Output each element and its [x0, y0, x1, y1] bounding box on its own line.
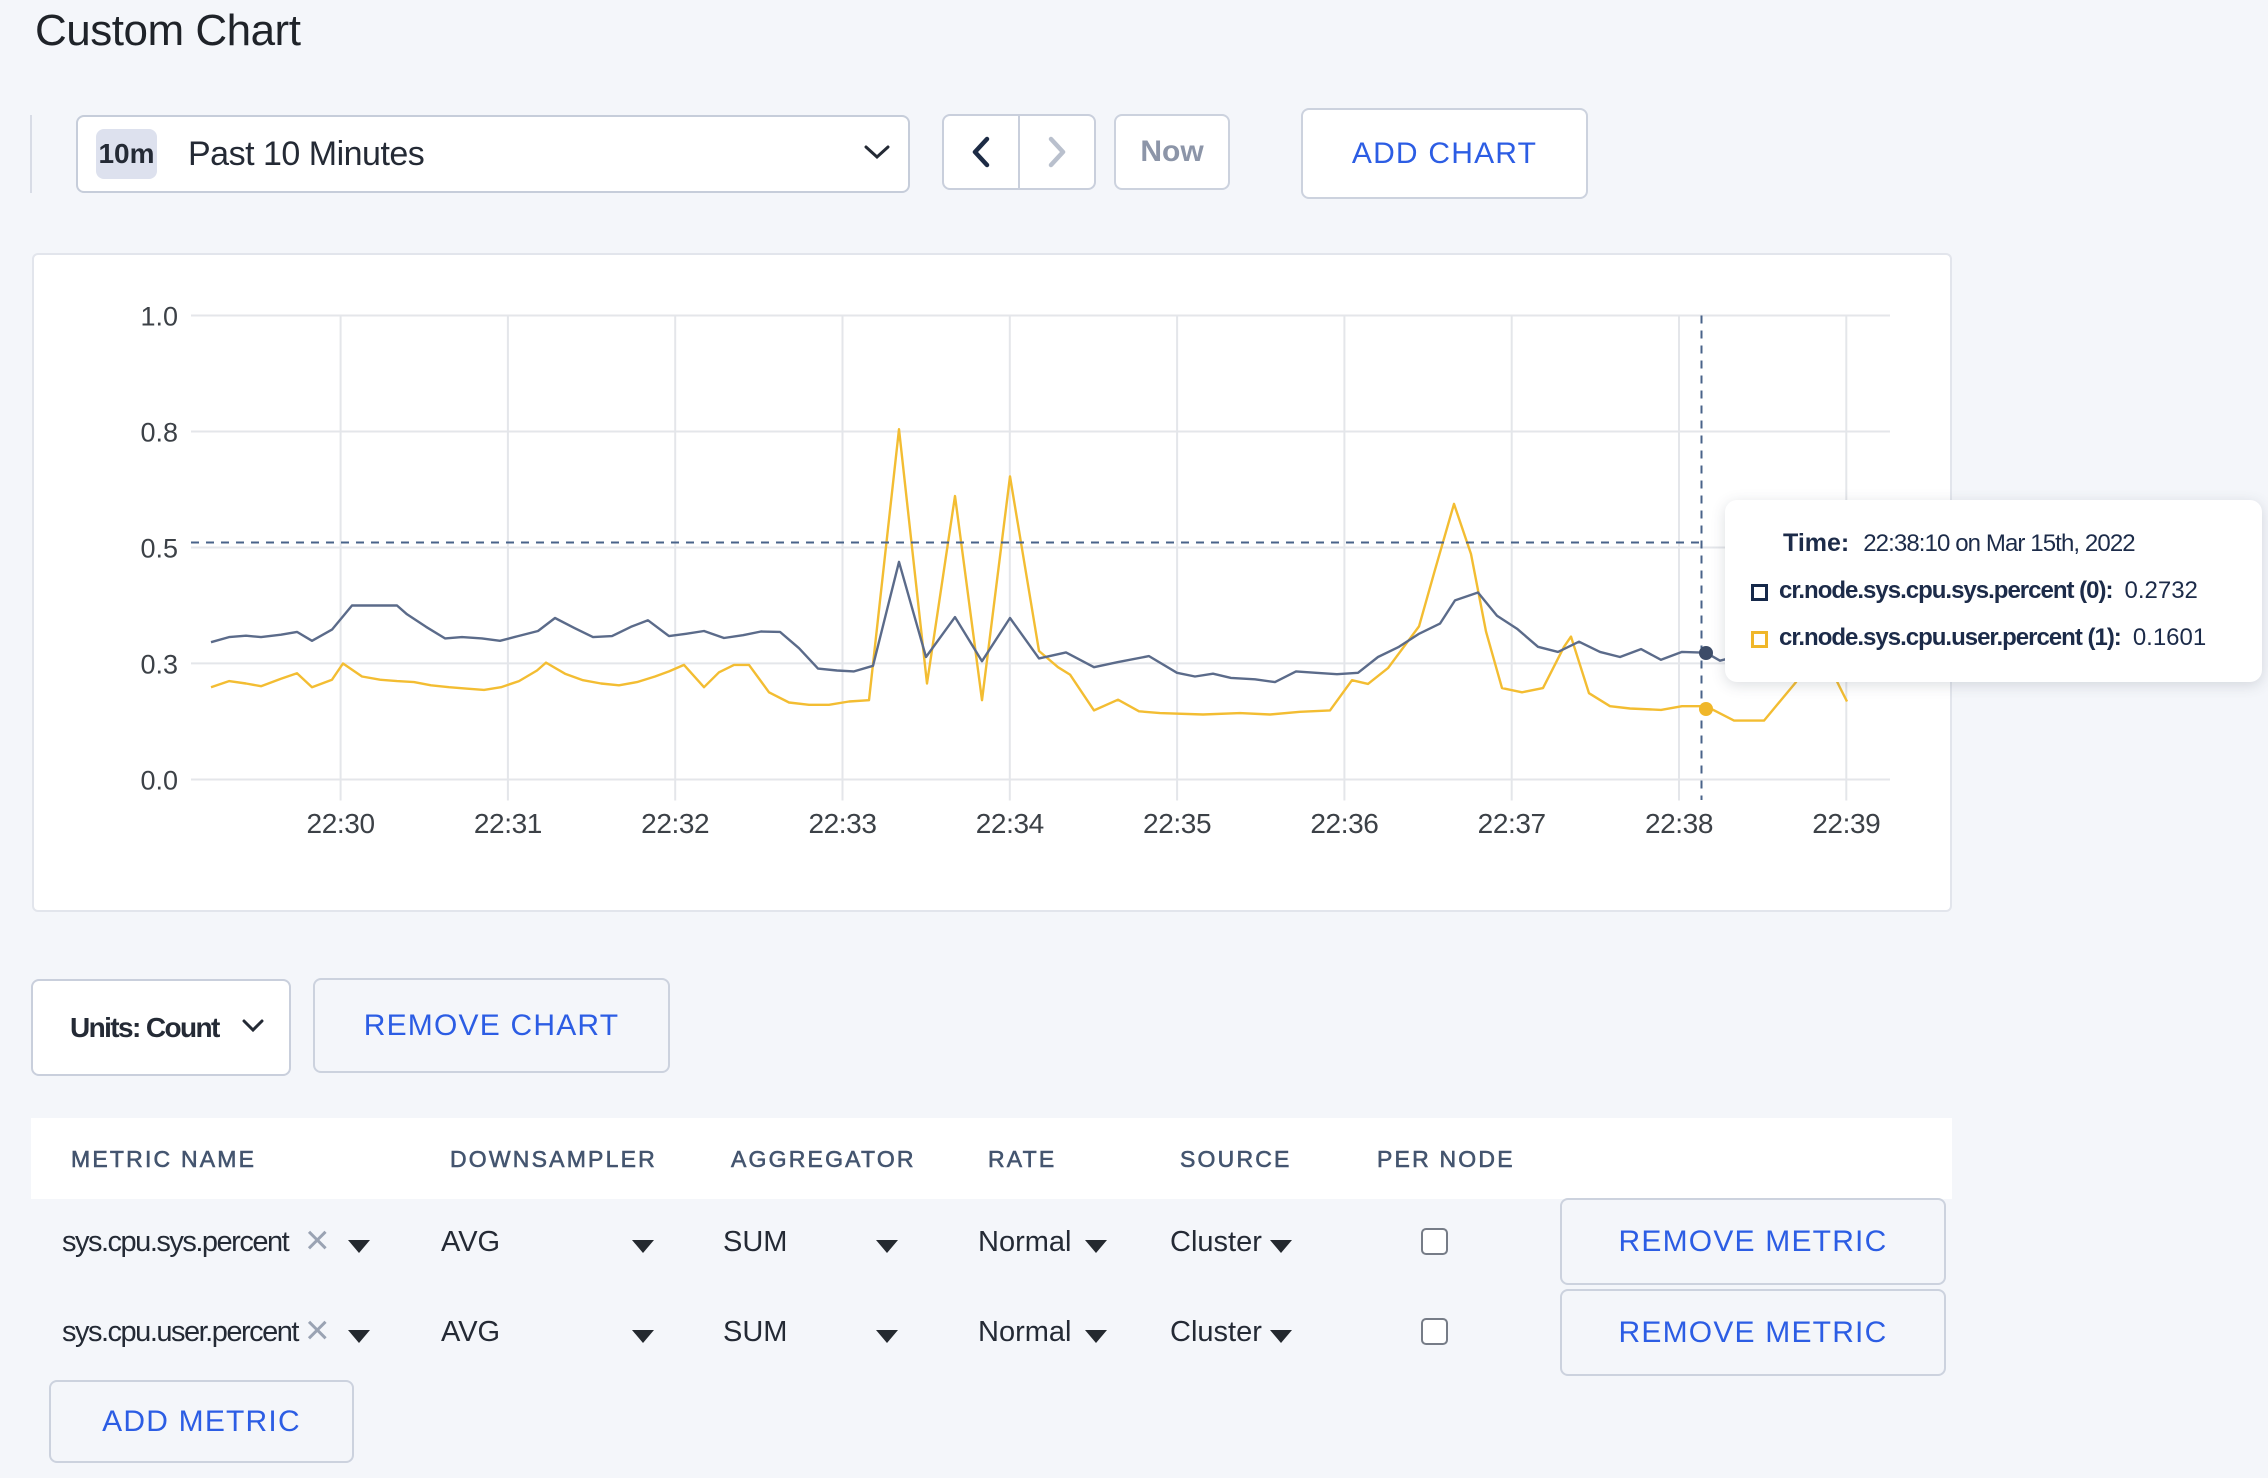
svg-text:0.0: 0.0	[140, 766, 178, 796]
svg-text:22:36: 22:36	[1310, 808, 1378, 839]
svg-text:22:31: 22:31	[474, 808, 542, 839]
svg-text:0.5: 0.5	[140, 534, 178, 564]
svg-text:22:37: 22:37	[1478, 808, 1546, 839]
svg-text:22:38: 22:38	[1645, 808, 1713, 839]
svg-text:0.3: 0.3	[140, 649, 178, 679]
svg-text:0.8: 0.8	[140, 418, 178, 448]
svg-text:22:35: 22:35	[1143, 808, 1211, 839]
svg-text:22:33: 22:33	[808, 808, 876, 839]
svg-text:22:30: 22:30	[307, 808, 375, 839]
svg-text:1.0: 1.0	[140, 302, 178, 332]
svg-text:22:39: 22:39	[1812, 808, 1880, 839]
svg-text:22:34: 22:34	[976, 808, 1044, 839]
svg-text:22:32: 22:32	[641, 808, 709, 839]
